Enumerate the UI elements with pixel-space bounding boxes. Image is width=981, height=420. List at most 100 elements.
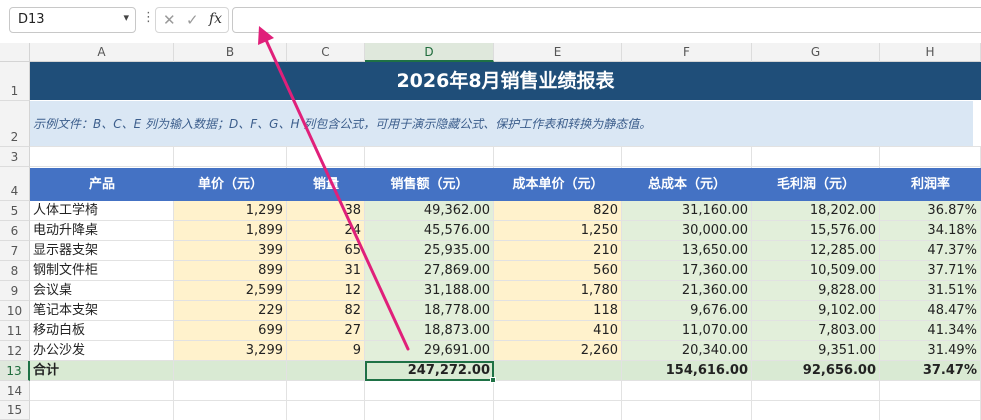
table-header-cell[interactable]: 总成本（元）: [622, 168, 752, 201]
row-header-5[interactable]: 5: [0, 201, 30, 221]
table-cell[interactable]: 31: [287, 261, 365, 281]
name-box[interactable]: D13 ▾: [9, 7, 136, 33]
column-header-e[interactable]: E: [494, 43, 622, 62]
table-cell[interactable]: 18,778.00: [365, 301, 494, 321]
table-cell[interactable]: 9,676.00: [622, 301, 752, 321]
product-name-cell[interactable]: 电动升降桌: [30, 221, 174, 241]
table-header-cell[interactable]: 产品: [30, 168, 174, 201]
table-cell[interactable]: 31.49%: [880, 341, 981, 361]
table-cell[interactable]: 1,250: [494, 221, 622, 241]
table-cell[interactable]: 118: [494, 301, 622, 321]
table-cell[interactable]: 31,188.00: [365, 281, 494, 301]
table-cell[interactable]: 47.37%: [880, 241, 981, 261]
table-cell[interactable]: 65: [287, 241, 365, 261]
table-cell[interactable]: 7,803.00: [752, 321, 880, 341]
table-cell[interactable]: 1,299: [174, 201, 287, 221]
product-name-cell[interactable]: 钢制文件柜: [30, 261, 174, 281]
table-cell[interactable]: 34.18%: [880, 221, 981, 241]
column-header-h[interactable]: H: [880, 43, 981, 62]
product-name-cell[interactable]: 显示器支架: [30, 241, 174, 261]
product-name-cell[interactable]: 笔记本支架: [30, 301, 174, 321]
table-header-cell[interactable]: 毛利润（元）: [752, 168, 880, 201]
table-cell[interactable]: 41.34%: [880, 321, 981, 341]
more-options-icon[interactable]: ⋮: [142, 10, 155, 25]
table-cell[interactable]: 399: [174, 241, 287, 261]
row-header-12[interactable]: 12: [0, 341, 30, 361]
table-cell[interactable]: 9,828.00: [752, 281, 880, 301]
total-cell[interactable]: 37.47%: [880, 361, 981, 381]
total-cell[interactable]: 154,616.00: [622, 361, 752, 381]
row-header-15[interactable]: 15: [0, 401, 30, 420]
column-header-a[interactable]: A: [30, 43, 174, 62]
table-cell[interactable]: 24: [287, 221, 365, 241]
table-cell[interactable]: 410: [494, 321, 622, 341]
total-cell[interactable]: [494, 361, 622, 381]
table-header-cell[interactable]: 销量: [287, 168, 365, 201]
table-cell[interactable]: 21,360.00: [622, 281, 752, 301]
table-cell[interactable]: 2,599: [174, 281, 287, 301]
row-header-3[interactable]: 3: [0, 147, 30, 167]
table-cell[interactable]: 37.71%: [880, 261, 981, 281]
row-header-9[interactable]: 9: [0, 281, 30, 301]
table-cell[interactable]: 11,070.00: [622, 321, 752, 341]
chevron-down-icon[interactable]: ▾: [123, 11, 129, 24]
table-cell[interactable]: 12,285.00: [752, 241, 880, 261]
product-name-cell[interactable]: 人体工学椅: [30, 201, 174, 221]
table-cell[interactable]: 48.47%: [880, 301, 981, 321]
table-cell[interactable]: 12: [287, 281, 365, 301]
table-cell[interactable]: 18,873.00: [365, 321, 494, 341]
row-header-2[interactable]: 2: [0, 101, 30, 147]
table-cell[interactable]: 10,509.00: [752, 261, 880, 281]
row-header-10[interactable]: 10: [0, 301, 30, 321]
formula-input[interactable]: [232, 7, 981, 33]
table-cell[interactable]: 30,000.00: [622, 221, 752, 241]
table-cell[interactable]: 560: [494, 261, 622, 281]
column-header-d[interactable]: D: [365, 43, 494, 62]
table-cell[interactable]: 899: [174, 261, 287, 281]
table-cell[interactable]: 25,935.00: [365, 241, 494, 261]
table-cell[interactable]: 210: [494, 241, 622, 261]
row-header-4[interactable]: 4: [0, 167, 30, 201]
table-cell[interactable]: 1,899: [174, 221, 287, 241]
product-name-cell[interactable]: 会议桌: [30, 281, 174, 301]
table-cell[interactable]: 2,260: [494, 341, 622, 361]
total-cell[interactable]: [174, 361, 287, 381]
table-cell[interactable]: 3,299: [174, 341, 287, 361]
table-cell[interactable]: 27,869.00: [365, 261, 494, 281]
cancel-icon[interactable]: ✕: [163, 11, 176, 29]
table-cell[interactable]: 31.51%: [880, 281, 981, 301]
column-header-g[interactable]: G: [752, 43, 880, 62]
row-header-14[interactable]: 14: [0, 381, 30, 401]
table-cell[interactable]: 38: [287, 201, 365, 221]
row-header-8[interactable]: 8: [0, 261, 30, 281]
table-cell[interactable]: 20,340.00: [622, 341, 752, 361]
table-cell[interactable]: 9: [287, 341, 365, 361]
table-cell[interactable]: 9,102.00: [752, 301, 880, 321]
product-name-cell[interactable]: 移动白板: [30, 321, 174, 341]
column-header-b[interactable]: B: [174, 43, 287, 62]
table-header-cell[interactable]: 成本单价（元）: [494, 168, 622, 201]
enter-icon[interactable]: ✓: [186, 11, 199, 29]
total-label-cell[interactable]: 合计: [30, 361, 174, 381]
table-cell[interactable]: 15,576.00: [752, 221, 880, 241]
table-cell[interactable]: 820: [494, 201, 622, 221]
table-cell[interactable]: 699: [174, 321, 287, 341]
column-header-c[interactable]: C: [287, 43, 365, 62]
total-cell[interactable]: 92,656.00: [752, 361, 880, 381]
table-cell[interactable]: 9,351.00: [752, 341, 880, 361]
row-header-11[interactable]: 11: [0, 321, 30, 341]
row-header-7[interactable]: 7: [0, 241, 30, 261]
sheet-note[interactable]: 示例文件：B、C、E 列为输入数据；D、F、G、H 列包含公式，可用于演示隐藏公…: [30, 101, 973, 146]
table-cell[interactable]: 29,691.00: [365, 341, 494, 361]
total-cell[interactable]: [287, 361, 365, 381]
table-header-cell[interactable]: 利润率: [880, 168, 981, 201]
table-cell[interactable]: 31,160.00: [622, 201, 752, 221]
table-cell[interactable]: 82: [287, 301, 365, 321]
table-cell[interactable]: 49,362.00: [365, 201, 494, 221]
product-name-cell[interactable]: 办公沙发: [30, 341, 174, 361]
row-header-6[interactable]: 6: [0, 221, 30, 241]
column-header-f[interactable]: F: [622, 43, 752, 62]
table-cell[interactable]: 18,202.00: [752, 201, 880, 221]
sheet-title[interactable]: 2026年8月销售业绩报表: [30, 62, 981, 100]
table-cell[interactable]: 13,650.00: [622, 241, 752, 261]
